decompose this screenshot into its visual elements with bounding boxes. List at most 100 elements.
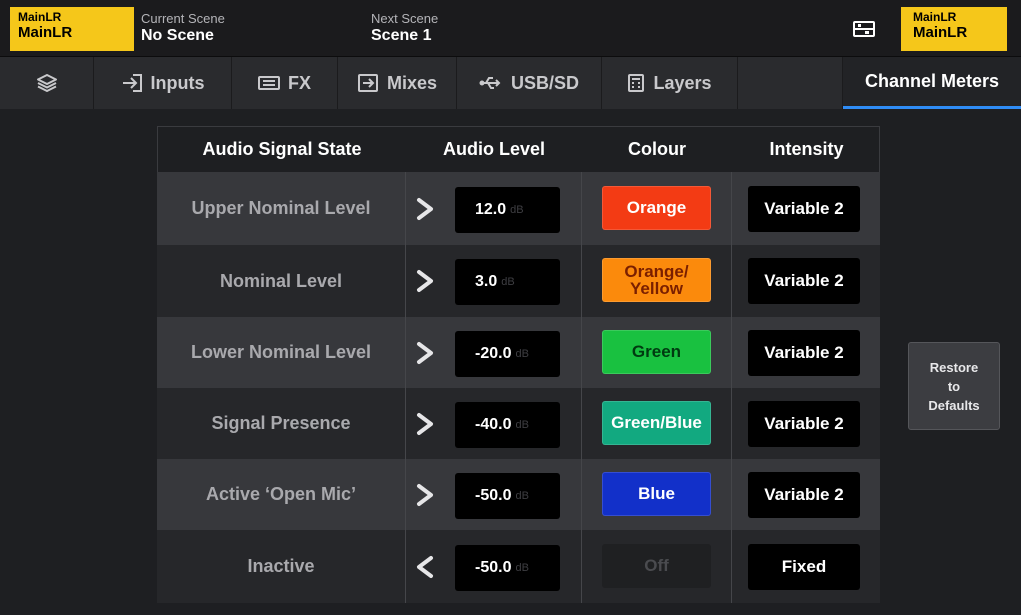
- column-divider: [405, 245, 406, 317]
- audio-level-value: -20.0: [475, 344, 512, 362]
- column-divider: [731, 317, 732, 388]
- greater-than-icon[interactable]: [415, 197, 435, 221]
- audio-level-field[interactable]: -50.0 dB: [455, 472, 560, 519]
- top-status-bar: MainLR MainLR Current Scene No Scene Nex…: [0, 0, 1021, 57]
- intensity-button[interactable]: Variable 2: [748, 329, 860, 376]
- column-divider: [581, 317, 582, 388]
- intensity-button[interactable]: Variable 2: [748, 471, 860, 518]
- greater-than-icon[interactable]: [415, 412, 435, 436]
- table-row: Active ‘Open Mic’ -50.0 dB Blue Variable 2: [157, 459, 880, 530]
- layers-stack-icon: [36, 74, 57, 92]
- input-arrow-icon: [122, 74, 142, 92]
- tab-fx-label: FX: [287, 72, 311, 93]
- signal-state-label: Active ‘Open Mic’: [205, 484, 357, 504]
- tab-fx[interactable]: FX: [232, 57, 338, 109]
- fx-icon: [257, 76, 280, 90]
- channel-meter-table: Audio Signal State Audio Level Colour In…: [157, 126, 880, 603]
- audio-level-value: -50.0: [475, 486, 512, 504]
- table-row: Signal Presence -40.0 dB Green/Blue Variable…: [157, 388, 880, 459]
- column-divider: [405, 459, 406, 530]
- signal-state-label: Signal Presence: [211, 413, 351, 433]
- signal-state-label: Inactive: [247, 556, 315, 576]
- column-divider: [731, 388, 732, 459]
- intensity-button[interactable]: Variable 2: [748, 258, 860, 304]
- mix-selector-left-line1: MainLR: [18, 10, 62, 24]
- current-scene-value: No Scene: [141, 27, 214, 44]
- tab-empty[interactable]: [738, 57, 843, 109]
- tab-home[interactable]: [0, 57, 94, 109]
- layers-grid-icon: [628, 74, 645, 92]
- column-divider: [581, 172, 582, 245]
- tab-bar: Inputs FX Mixes USB/SD Layers Channel Me…: [0, 57, 1021, 109]
- column-divider: [405, 317, 406, 388]
- current-scene: Current Scene No Scene: [141, 11, 225, 46]
- audio-level-field[interactable]: 12.0 dB: [455, 186, 560, 233]
- column-divider: [405, 388, 406, 459]
- tab-inputs[interactable]: Inputs: [94, 57, 232, 109]
- tab-layers-label: Layers: [653, 72, 712, 93]
- column-divider: [405, 530, 406, 603]
- signal-state-label: Lower Nominal Level: [190, 342, 372, 362]
- header-colour: Colour: [628, 139, 686, 159]
- audio-level-field[interactable]: -50.0 dB: [455, 544, 560, 591]
- column-divider: [581, 388, 582, 459]
- column-divider: [581, 530, 582, 603]
- tab-usb-sd-label: USB/SD: [510, 72, 579, 93]
- mix-selector-right-line1: MainLR: [913, 10, 957, 24]
- audio-level-unit: dB: [501, 276, 515, 288]
- intensity-button[interactable]: Fixed: [748, 543, 860, 590]
- tab-usb-sd[interactable]: USB/SD: [457, 57, 602, 109]
- intensity-button[interactable]: Variable 2: [748, 185, 860, 232]
- next-scene[interactable]: Next Scene Scene 1: [371, 11, 438, 46]
- tab-layers[interactable]: Layers: [602, 57, 738, 109]
- next-scene-value: Scene 1: [371, 27, 432, 44]
- colour-button[interactable]: Blue: [602, 471, 711, 516]
- table-header: Audio Signal State Audio Level Colour In…: [157, 126, 880, 172]
- audio-level-unit: dB: [515, 561, 529, 574]
- colour-button[interactable]: Orange/ Yellow: [602, 258, 711, 302]
- next-scene-label: Next Scene: [371, 11, 439, 26]
- column-divider: [405, 172, 406, 245]
- audio-level-field[interactable]: -20.0 dB: [455, 330, 560, 377]
- restore-defaults-button[interactable]: Restore to Defaults: [908, 342, 1000, 430]
- audio-level-value: -50.0: [475, 558, 512, 576]
- mix-selector-right-line2: MainLR: [913, 24, 968, 41]
- audio-level-unit: dB: [515, 418, 529, 431]
- current-scene-label: Current Scene: [141, 11, 225, 26]
- greater-than-icon[interactable]: [415, 269, 435, 293]
- audio-level-field[interactable]: -40.0 dB: [455, 401, 560, 448]
- header-audio-signal-state: Audio Signal State: [202, 139, 362, 159]
- greater-than-icon[interactable]: [415, 483, 435, 507]
- audio-level-unit: dB: [515, 489, 529, 502]
- audio-level-field[interactable]: 3.0 dB: [455, 259, 560, 305]
- less-than-icon[interactable]: [415, 555, 435, 579]
- colour-button[interactable]: Off: [602, 543, 711, 588]
- column-divider: [731, 459, 732, 530]
- table-row: Upper Nominal Level 12.0 dB Orange Variable …: [157, 172, 880, 245]
- column-divider: [581, 459, 582, 530]
- intensity-button[interactable]: Variable 2: [748, 400, 860, 447]
- column-divider: [731, 245, 732, 317]
- tab-mixes[interactable]: Mixes: [338, 57, 457, 109]
- mix-selector-left-line2: MainLR: [18, 24, 73, 41]
- mix-selector-right[interactable]: MainLR MainLR: [901, 7, 1007, 51]
- colour-button[interactable]: Orange: [602, 185, 711, 230]
- audio-level-unit: dB: [510, 203, 524, 216]
- tab-mixes-label: Mixes: [386, 72, 438, 93]
- header-intensity: Intensity: [769, 139, 844, 159]
- colour-button[interactable]: Green: [602, 329, 711, 374]
- tab-channel-meters-label: Channel Meters: [864, 71, 1000, 91]
- mix-selector-left[interactable]: MainLR MainLR: [10, 7, 134, 51]
- signal-state-label: Nominal Level: [219, 270, 343, 291]
- tab-inputs-label: Inputs: [150, 72, 205, 93]
- usb-icon: [479, 77, 501, 89]
- audio-level-value: 12.0: [475, 200, 507, 218]
- column-divider: [581, 245, 582, 317]
- table-row: Lower Nominal Level -20.0 dB Green Variable …: [157, 317, 880, 388]
- greater-than-icon[interactable]: [415, 341, 435, 365]
- sd-card-icon: [853, 21, 875, 37]
- colour-button[interactable]: Green/Blue: [602, 400, 711, 445]
- audio-level-value: -40.0: [475, 415, 512, 433]
- tab-channel-meters[interactable]: Channel Meters: [843, 57, 1021, 109]
- header-audio-level: Audio Level: [442, 139, 545, 159]
